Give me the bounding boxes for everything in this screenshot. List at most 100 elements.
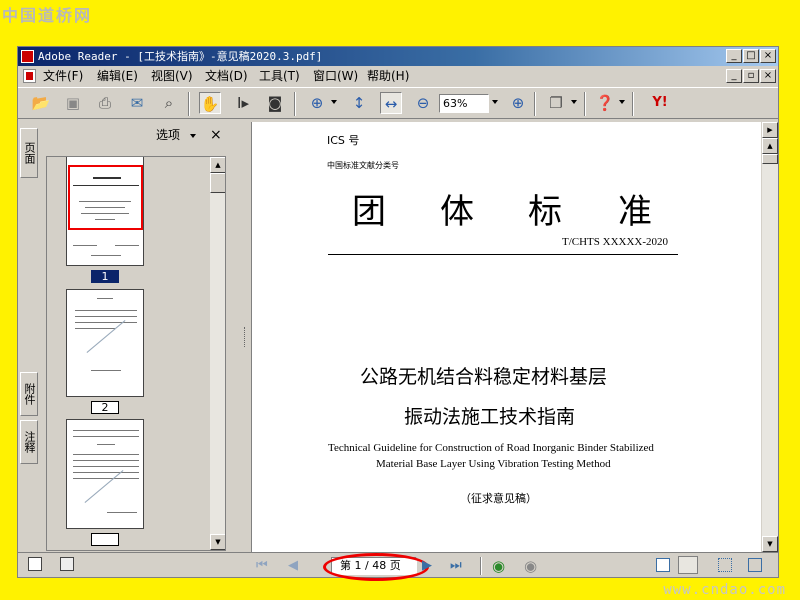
pages-panel-header: 选项 × <box>40 122 240 148</box>
standard-heading-char-3: 标 <box>528 192 562 232</box>
english-title-line-1: Technical Guideline for Construction of … <box>328 442 654 454</box>
red-highlight-ellipse <box>323 553 429 581</box>
tab-pages[interactable]: 页面 <box>20 128 38 178</box>
scroll-up-arrow-icon[interactable]: ▲ <box>210 157 225 173</box>
previous-page-icon[interactable]: ◀ <box>288 558 298 574</box>
menu-tools[interactable]: 工具(T) <box>259 66 300 86</box>
classification-number: 中国标准文献分类号 <box>327 161 399 170</box>
help-icon[interactable]: ❓ <box>594 92 616 114</box>
thumbnail-label-2[interactable]: 2 <box>91 401 119 414</box>
pdf-page[interactable]: ICS 号 中国标准文献分类号 团 体 标 准 T/CHTS XXXXX-202… <box>251 122 761 552</box>
title-bar[interactable]: Adobe Reader - [工技术指南》-意见稿2020.3.pdf] <box>18 47 778 66</box>
open-icon[interactable]: 📂 <box>30 92 52 114</box>
doc-minimize-button[interactable]: _ <box>726 69 742 83</box>
standard-code: T/CHTS XXXXX-2020 <box>562 236 669 248</box>
visible-area-box[interactable] <box>68 165 143 230</box>
tab-comments[interactable]: 注释 <box>20 420 38 464</box>
zoom-level-field[interactable]: 63% <box>439 94 489 113</box>
watermark-bottom: www.cndao.com <box>663 582 786 598</box>
english-title-line-2: Material Base Layer Using Vibration Test… <box>376 458 611 470</box>
adobe-reader-icon <box>21 50 34 63</box>
menu-file[interactable]: 文件(F) <box>43 66 83 86</box>
thumbnail-label-3[interactable] <box>91 533 119 546</box>
zoom-out-icon[interactable]: ⊖ <box>412 92 434 114</box>
zoom-in-icon[interactable]: ⊕ <box>306 92 328 114</box>
options-menu[interactable]: 选项 <box>156 122 180 148</box>
go-back-icon[interactable]: ◉ <box>492 558 505 574</box>
thumbnail-list: 1 2 ▲ ▼ <box>46 156 226 551</box>
go-forward-icon[interactable]: ◉ <box>524 558 537 574</box>
options-dropdown-icon[interactable] <box>190 134 196 138</box>
maximize-button[interactable]: □ <box>743 49 759 63</box>
yellow-frame: 中国道桥网 Adobe Reader - [工技术指南》-意见稿2020.3.p… <box>0 0 800 600</box>
facing-view-icon[interactable] <box>718 558 732 572</box>
pdf-document-icon[interactable] <box>23 69 36 83</box>
thumbnail-label-1[interactable]: 1 <box>91 270 119 283</box>
search-icon[interactable]: ⌕ <box>158 92 180 114</box>
page-layout-icon[interactable] <box>28 557 42 571</box>
toolbar-separator <box>294 92 296 116</box>
yahoo-icon[interactable]: Y! <box>642 92 678 114</box>
document-scrollbar[interactable]: ▶ ▲ ▼ <box>762 122 778 552</box>
email-icon[interactable]: ✉ <box>126 92 148 114</box>
minimize-button[interactable]: _ <box>726 49 742 63</box>
last-page-icon[interactable]: ⏭ <box>450 558 462 574</box>
doc-scrollbar-thumb[interactable] <box>762 154 778 164</box>
document-pane: ICS 号 中国标准文献分类号 团 体 标 准 T/CHTS XXXXX-202… <box>250 122 778 552</box>
page-menu-icon[interactable]: ❐ <box>545 92 567 114</box>
continuous-view-icon[interactable] <box>678 556 698 574</box>
page-options-icon[interactable] <box>60 557 74 571</box>
menu-edit[interactable]: 编辑(E) <box>97 66 138 86</box>
standard-heading-char-4: 准 <box>618 192 652 232</box>
doc-scroll-down-arrow-icon[interactable]: ▼ <box>762 536 778 552</box>
fit-page-icon[interactable]: ↕ <box>348 92 370 114</box>
help-dropdown-icon[interactable] <box>619 100 625 104</box>
menu-view[interactable]: 视图(V) <box>151 66 193 86</box>
panel-close-icon[interactable]: × <box>210 122 222 148</box>
save-icon[interactable]: ▣ <box>62 92 84 114</box>
menu-help[interactable]: 帮助(H) <box>367 66 409 86</box>
select-text-icon[interactable]: I▸ <box>232 92 254 114</box>
doc-scroll-up-icon[interactable]: ▲ <box>762 138 778 154</box>
page-thumbnail-3[interactable] <box>66 419 144 529</box>
toolbar-separator <box>188 92 190 116</box>
ics-number: ICS 号 <box>327 134 360 147</box>
pages-panel: 选项 × 1 2 ▲ ▼ <box>40 122 240 552</box>
hand-tool-icon[interactable]: ✋ <box>199 92 221 114</box>
standard-heading-char-1: 团 <box>352 192 386 232</box>
first-page-icon[interactable]: ⏮ <box>256 558 268 574</box>
fit-width-icon[interactable]: ↔ <box>380 92 402 114</box>
next-page-icon[interactable]: ▶ <box>422 558 432 574</box>
title-line-2: 振动法施工技术指南 <box>404 406 576 428</box>
page-menu-dropdown-icon[interactable] <box>571 100 577 104</box>
snapshot-icon[interactable]: ◙ <box>264 92 286 114</box>
page-thumbnail-2[interactable] <box>66 289 144 397</box>
page-thumbnail-1[interactable] <box>66 157 144 266</box>
watermark-top: 中国道桥网 <box>2 6 93 25</box>
title-line-1: 公路无机结合料稳定材料基层 <box>360 366 608 388</box>
print-icon[interactable]: ⎙ <box>94 92 116 114</box>
close-button[interactable]: × <box>760 49 776 63</box>
menu-bar: 文件(F) 编辑(E) 视图(V) 文档(D) 工具(T) 窗口(W) 帮助(H… <box>18 66 778 86</box>
doc-close-button[interactable]: × <box>760 69 776 83</box>
doc-scroll-up-arrow-icon[interactable]: ▶ <box>762 122 778 138</box>
single-page-view-icon[interactable] <box>656 558 670 572</box>
zoom-level-dropdown-icon[interactable] <box>492 100 498 104</box>
toolbar-separator <box>632 92 634 116</box>
thumbnail-scrollbar[interactable]: ▲ ▼ <box>210 157 225 550</box>
toolbar-separator <box>584 92 586 116</box>
zoom-tool-dropdown-icon[interactable] <box>331 100 337 104</box>
tab-attachments[interactable]: 附件 <box>20 372 38 416</box>
zoom-increase-icon[interactable]: ⊕ <box>507 92 529 114</box>
scroll-down-arrow-icon[interactable]: ▼ <box>210 534 225 550</box>
menu-document[interactable]: 文档(D) <box>205 66 248 86</box>
panel-splitter[interactable] <box>240 122 250 552</box>
continuous-facing-view-icon[interactable] <box>748 558 762 572</box>
toolbar: 📂 ▣ ⎙ ✉ ⌕ ✋ I▸ ◙ ⊕ ↕ ↔ ⊖ 63% ⊕ ❐ ❓ Y! <box>18 87 778 119</box>
doc-restore-button[interactable]: ▫ <box>743 69 759 83</box>
status-bar: ⏮ ◀ 第 1 / 48 页 ▶ ⏭ ◉ ◉ <box>18 552 778 581</box>
toolbar-separator <box>534 92 536 116</box>
header-rule <box>328 254 678 255</box>
menu-window[interactable]: 窗口(W) <box>313 66 358 86</box>
scrollbar-thumb[interactable] <box>210 173 225 193</box>
